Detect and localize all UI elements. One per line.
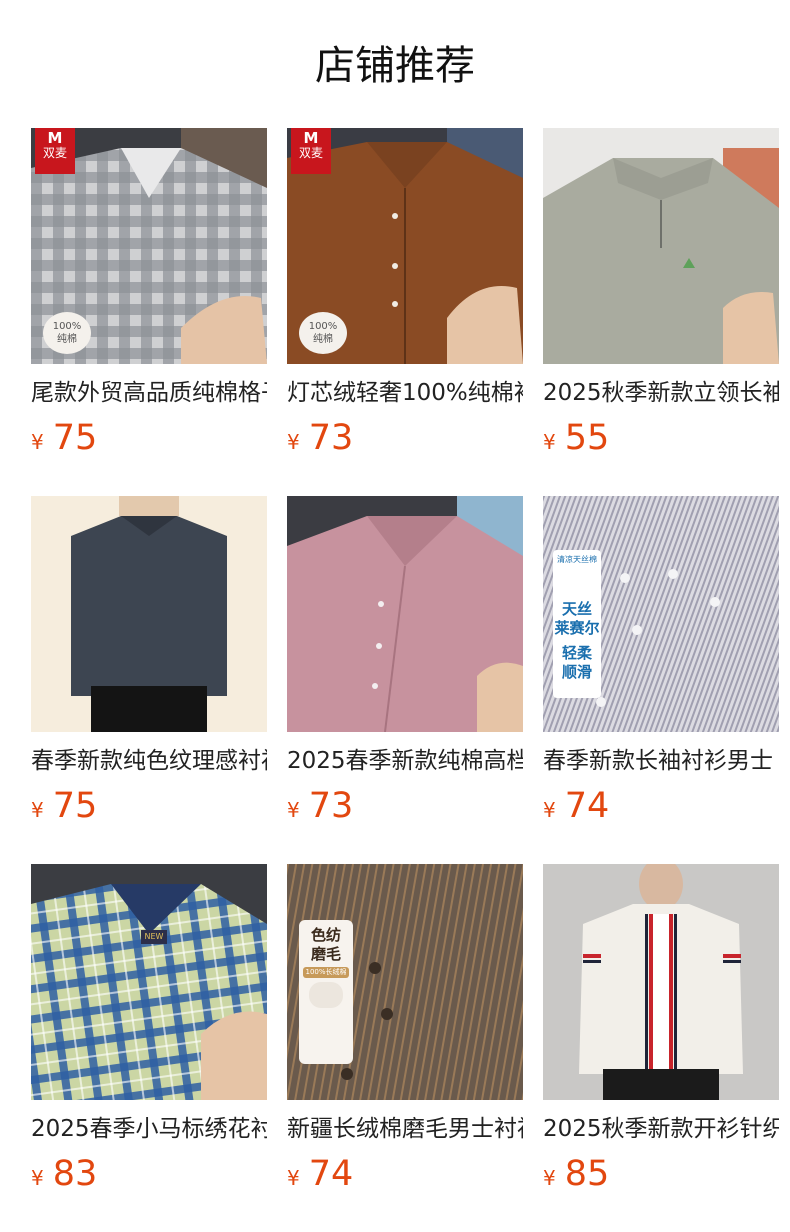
- price-value: 75: [52, 418, 98, 458]
- cotton-badge: 100% 纯棉: [299, 312, 347, 354]
- brand-badge-letter: M: [303, 129, 319, 147]
- currency-symbol: ¥: [287, 798, 300, 822]
- currency-symbol: ¥: [543, 1166, 556, 1190]
- product-image[interactable]: NEW: [31, 864, 267, 1100]
- product-title[interactable]: 新疆长绒棉磨毛男士衬衫: [287, 1112, 523, 1146]
- product-title[interactable]: 2025秋季新款立领长袖: [543, 376, 779, 410]
- product-price: ¥73: [287, 784, 353, 828]
- price-value: 85: [564, 1154, 610, 1194]
- cotton-ball-icon: [309, 982, 343, 1008]
- product-image[interactable]: M 双麦 100% 纯棉: [31, 128, 267, 364]
- fabric-tag-top: 清凉天丝棉: [557, 555, 597, 564]
- currency-symbol: ¥: [543, 430, 556, 454]
- product-card[interactable]: 色纺 磨毛 100%长绒棉 新疆长绒棉磨毛男士衬衫 ¥74: [287, 864, 523, 1194]
- product-image[interactable]: M 双麦 100% 纯棉: [287, 128, 523, 364]
- fabric-tag-line4: 顺滑: [561, 663, 592, 681]
- product-title[interactable]: 尾款外贸高品质纯棉格子衬衫: [31, 376, 267, 410]
- fabric-tag-line2: 磨毛: [310, 945, 341, 963]
- product-card[interactable]: NEW 2025春季小马标绣花衬衫 ¥83: [31, 864, 267, 1194]
- product-price: ¥74: [543, 784, 609, 828]
- fabric-tag: 色纺 磨毛 100%长绒棉: [299, 920, 353, 1064]
- cotton-badge-word: 纯棉: [57, 334, 77, 345]
- product-card[interactable]: 春季新款纯色纹理感衬衫 ¥75: [31, 496, 267, 826]
- product-price: ¥74: [287, 1152, 353, 1196]
- currency-symbol: ¥: [287, 430, 300, 454]
- product-title[interactable]: 春季新款长袖衬衫男士: [543, 744, 779, 778]
- product-image[interactable]: [31, 496, 267, 732]
- fabric-tag-line1: 天丝: [561, 600, 592, 618]
- product-card[interactable]: 2025秋季新款开衫针织 ¥85: [543, 864, 779, 1194]
- brand-badge-name: 双麦: [42, 146, 67, 160]
- product-price: ¥75: [31, 784, 97, 828]
- product-price: ¥75: [31, 416, 97, 460]
- product-image[interactable]: [543, 128, 779, 364]
- brand-badge: M 双麦: [35, 128, 75, 174]
- price-value: 83: [52, 1154, 98, 1194]
- product-image[interactable]: 色纺 磨毛 100%长绒棉: [287, 864, 523, 1100]
- product-price: ¥85: [543, 1152, 609, 1196]
- fabric-tag-line1: 色纺: [310, 926, 341, 944]
- brand-badge: M 双麦: [291, 128, 331, 174]
- brand-badge-name: 双麦: [298, 146, 323, 160]
- product-image[interactable]: [543, 864, 779, 1100]
- product-image[interactable]: 清凉天丝棉 天丝 莱赛尔 轻柔 顺滑: [543, 496, 779, 732]
- product-title[interactable]: 2025春季新款纯棉高档衬衫: [287, 744, 523, 778]
- product-grid: M 双麦 100% 纯棉 尾款外贸高品质纯棉格子衬衫 ¥75: [31, 128, 779, 1194]
- fabric-tag-line2: 莱赛尔: [554, 619, 600, 637]
- price-value: 74: [308, 1154, 354, 1194]
- product-card[interactable]: 清凉天丝棉 天丝 莱赛尔 轻柔 顺滑 春季新款长袖衬衫男士 ¥74: [543, 496, 779, 826]
- price-value: 55: [564, 418, 610, 458]
- price-value: 73: [308, 786, 354, 826]
- currency-symbol: ¥: [31, 430, 44, 454]
- product-title[interactable]: 2025春季小马标绣花衬衫: [31, 1112, 267, 1146]
- brand-badge-letter: M: [47, 129, 63, 147]
- cotton-badge-pct: 100%: [308, 321, 338, 332]
- product-title[interactable]: 灯芯绒轻奢100%纯棉衬衫: [287, 376, 523, 410]
- fabric-tag-strip: 100%长绒棉: [303, 967, 349, 978]
- currency-symbol: ¥: [287, 1166, 300, 1190]
- currency-symbol: ¥: [31, 1166, 44, 1190]
- cotton-badge-word: 纯棉: [313, 334, 333, 345]
- fabric-tag: 清凉天丝棉 天丝 莱赛尔 轻柔 顺滑: [553, 550, 601, 698]
- product-title[interactable]: 春季新款纯色纹理感衬衫: [31, 744, 267, 778]
- product-price: ¥83: [31, 1152, 97, 1196]
- cotton-badge-pct: 100%: [52, 321, 82, 332]
- product-card[interactable]: 2025秋季新款立领长袖 ¥55: [543, 128, 779, 458]
- price-value: 75: [52, 786, 98, 826]
- page-title: 店铺推荐: [315, 43, 475, 89]
- product-card[interactable]: M 双麦 100% 纯棉 尾款外贸高品质纯棉格子衬衫 ¥75: [31, 128, 267, 458]
- product-card[interactable]: M 双麦 100% 纯棉 灯芯绒轻奢100%纯棉衬衫 ¥73: [287, 128, 523, 458]
- currency-symbol: ¥: [543, 798, 556, 822]
- fabric-tag-line3: 轻柔: [561, 644, 592, 662]
- product-price: ¥55: [543, 416, 609, 460]
- product-price: ¥73: [287, 416, 353, 460]
- product-image[interactable]: [287, 496, 523, 732]
- product-card[interactable]: 2025春季新款纯棉高档衬衫 ¥73: [287, 496, 523, 826]
- price-value: 74: [564, 786, 610, 826]
- product-title[interactable]: 2025秋季新款开衫针织: [543, 1112, 779, 1146]
- new-tag: NEW: [141, 930, 167, 944]
- currency-symbol: ¥: [31, 798, 44, 822]
- price-value: 73: [308, 418, 354, 458]
- cotton-badge: 100% 纯棉: [43, 312, 91, 354]
